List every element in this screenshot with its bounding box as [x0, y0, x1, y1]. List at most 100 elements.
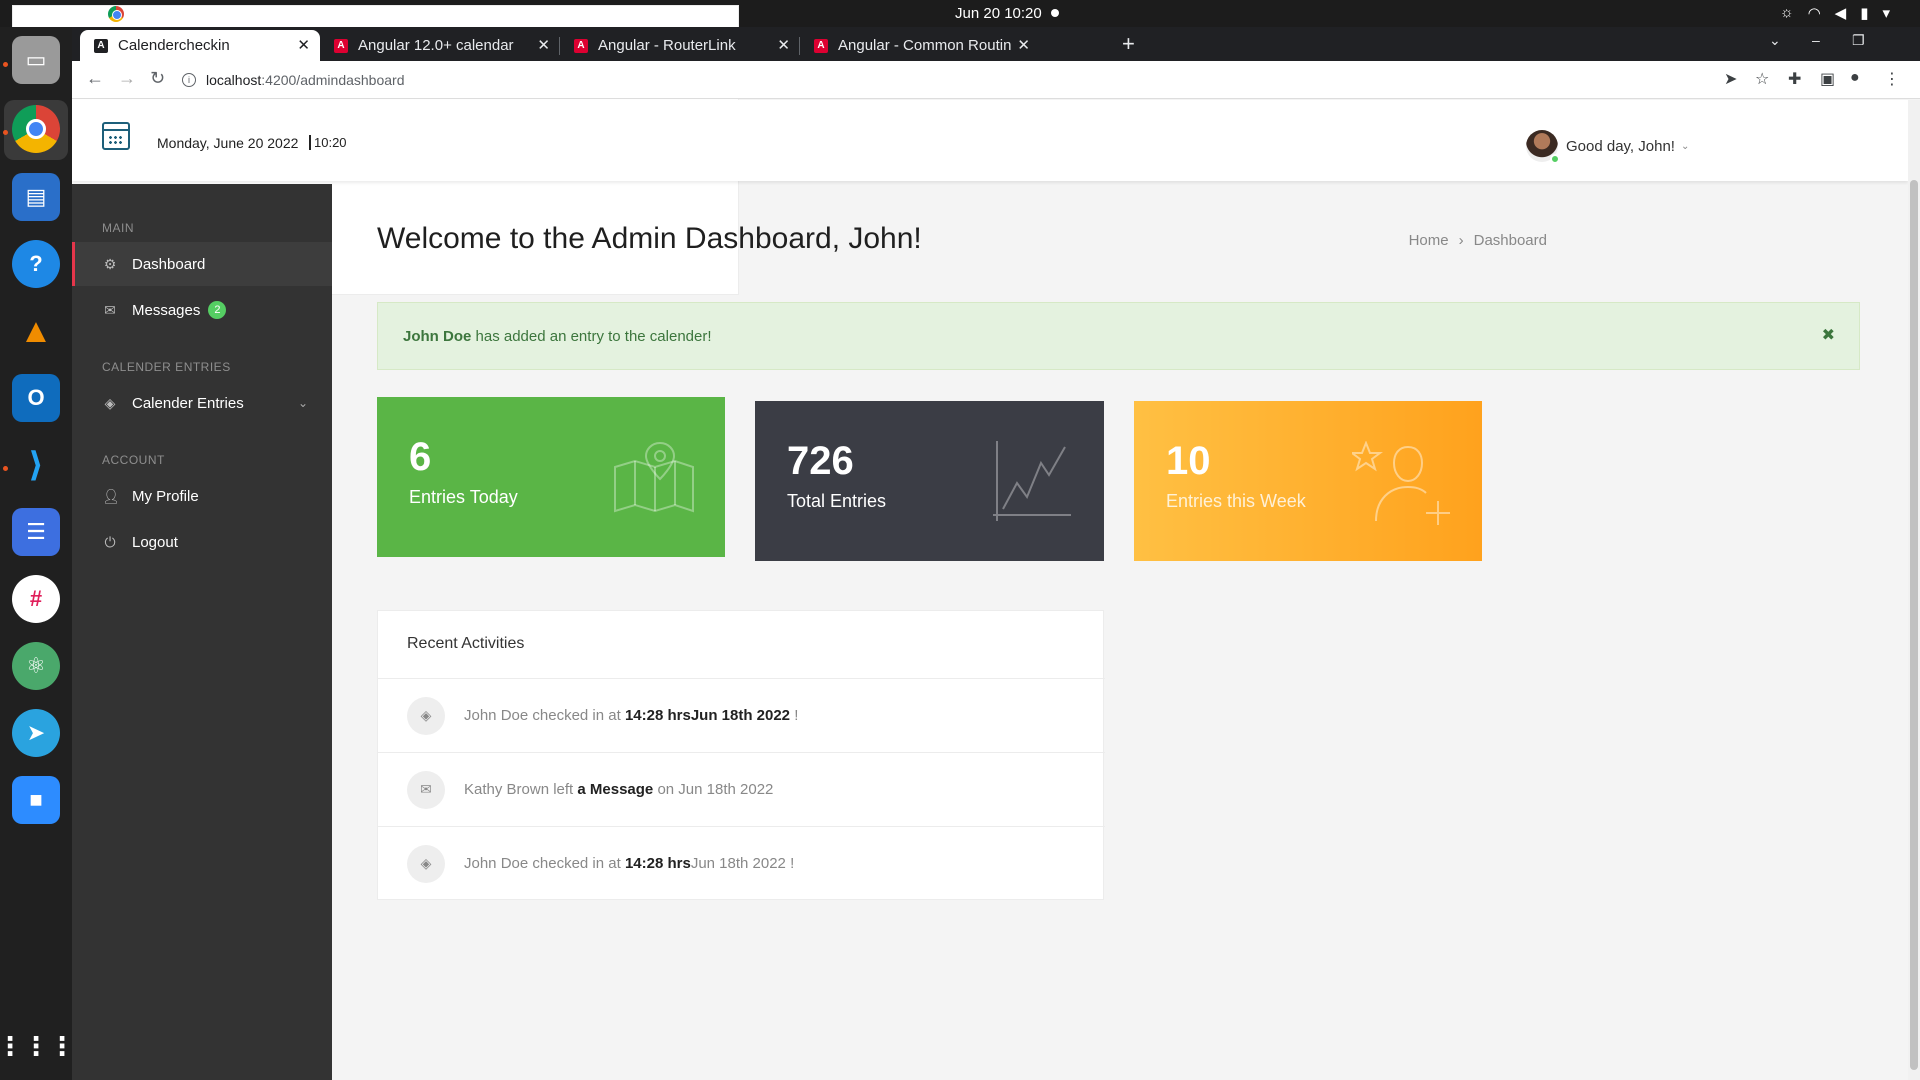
user-menu[interactable]: Good day, John! ⌄ — [1526, 130, 1689, 164]
stat-card-entries-today[interactable]: 6 Entries Today — [377, 397, 725, 557]
running-indicator — [3, 466, 8, 471]
new-tab-button[interactable]: + — [1122, 31, 1135, 57]
clock[interactable]: Jun 20 10:20 — [955, 5, 1042, 22]
send-icon[interactable]: ➤ — [1724, 69, 1737, 89]
reload-icon[interactable]: ↻ — [150, 68, 165, 89]
tab-search-icon[interactable]: ⌄ — [1769, 32, 1781, 49]
angular-favicon-icon: A — [94, 38, 108, 53]
sidebar-item-label: Logout — [132, 533, 178, 551]
tasks-icon[interactable]: ☰ — [12, 508, 60, 556]
stat-label: Entries this Week — [1166, 491, 1306, 511]
layers-icon: ◈ — [407, 844, 445, 883]
activity-message-link[interactable]: a Message — [577, 781, 653, 798]
os-top-bar: Activities Google Chrome ▼ Jun 20 10:20 … — [0, 0, 1920, 295]
site-info-icon[interactable]: i — [182, 73, 196, 87]
tab-title: Calendercheckin — [118, 37, 230, 54]
chrome-icon — [108, 5, 124, 22]
extensions-icon[interactable]: ✚ — [1788, 69, 1801, 89]
tab-strip: A Calendercheckin ✕ A Angular 12.0+ cale… — [72, 27, 1920, 61]
activity-row[interactable]: ◈ John Doe checked in at 14:28 hrsJun 18… — [378, 826, 1105, 900]
page-scrollbar[interactable] — [1908, 100, 1920, 1080]
close-icon[interactable]: ✕ — [537, 36, 550, 54]
avatar — [1526, 130, 1560, 164]
sidebar-item-logout[interactable]: ⏻ Logout — [72, 520, 332, 564]
side-panel-icon[interactable]: ▣ — [1820, 69, 1835, 89]
atom-icon[interactable]: ⚛ — [12, 642, 60, 690]
vscode-icon[interactable]: ⟩ — [12, 441, 60, 489]
address-bar[interactable]: i localhost:4200/admindashboard — [182, 66, 1732, 94]
battery-icon: ▮ — [1860, 5, 1869, 22]
envelope-open-icon: ✉ — [407, 770, 445, 809]
gear-icon: ⚙ — [103, 255, 117, 272]
close-icon[interactable]: ✕ — [1017, 36, 1030, 54]
breadcrumb-home[interactable]: Home — [1409, 232, 1449, 249]
greeting: Good day, John! — [1566, 137, 1675, 155]
tab-routerlink[interactable]: A Angular - RouterLink ✕ — [560, 30, 800, 61]
stat-value: 6 — [409, 435, 432, 479]
zoom-icon[interactable]: ■ — [12, 776, 60, 824]
restore-icon[interactable]: ❐ — [1852, 32, 1865, 49]
power-menu-icon: ▾ — [1882, 5, 1890, 22]
menu-icon[interactable]: ⋮ — [1884, 69, 1900, 89]
activity-suffix: ! — [790, 707, 799, 724]
app-grid-icon[interactable]: ⋮⋮⋮ — [0, 1022, 75, 1070]
tab-angular-calendar[interactable]: A Angular 12.0+ calendar ✕ — [320, 30, 560, 61]
page-title: Welcome to the Admin Dashboard, John! — [377, 222, 922, 255]
minimize-icon[interactable]: – — [1812, 32, 1820, 48]
tab-common-routing[interactable]: A Angular - Common Routin ✕ — [800, 30, 1040, 61]
app-header: Monday, June 20 2022 10:20 Good day, Joh… — [72, 100, 1908, 181]
system-tray[interactable]: ☼ ◠ ◀ ▮ ▾ — [1780, 4, 1890, 22]
user-star-icon — [1352, 441, 1450, 525]
vlc-icon[interactable]: ▲ — [12, 307, 60, 355]
close-icon[interactable]: ✖ — [1822, 325, 1835, 345]
activity-row[interactable]: ◈ John Doe checked in at 14:28 hrsJun 18… — [378, 678, 1105, 752]
back-icon[interactable]: ← — [86, 68, 104, 89]
files-icon[interactable]: ▭ — [12, 36, 60, 84]
recent-activities-title: Recent Activities — [407, 635, 525, 652]
sidebar-item-my-profile[interactable]: 👤︎ My Profile — [72, 474, 332, 518]
activity-row[interactable]: ✉ Kathy Brown left a Message on Jun 18th… — [378, 752, 1105, 826]
activity-time: 14:28 hrs — [624, 855, 691, 872]
bookmark-star-icon[interactable]: ☆ — [1755, 69, 1769, 89]
tab-calendercheckin[interactable]: A Calendercheckin ✕ — [80, 30, 320, 61]
sidebar-item-calender-entries[interactable]: ◈ Calender Entries ⌄ — [72, 381, 332, 425]
brightness-icon: ☼ — [1779, 4, 1794, 21]
profile-icon[interactable]: ● — [1850, 69, 1860, 87]
tab-title: Angular 12.0+ calendar — [358, 37, 514, 54]
activity-actor: John Doe checked in at — [464, 707, 625, 724]
chrome-dock-icon[interactable] — [12, 105, 60, 153]
telegram-icon[interactable]: ➤ — [12, 709, 60, 757]
angular-favicon-icon: A — [334, 38, 348, 53]
running-indicator — [3, 130, 8, 135]
help-icon[interactable]: ? — [12, 240, 60, 288]
stat-card-total-entries[interactable]: 726 Total Entries — [755, 401, 1104, 561]
breadcrumb: Home › Dashboard — [1409, 232, 1547, 249]
chevron-down-icon: ⌄ — [297, 396, 308, 410]
slack-icon[interactable]: # — [12, 575, 60, 623]
activity-time: 14:28 hrs — [624, 707, 691, 724]
tab-title: Angular - Common Routin — [838, 37, 1012, 54]
activity-text: John Doe checked in at 14:28 hrsJun 18th… — [464, 707, 798, 724]
line-chart-icon — [993, 441, 1071, 521]
browser-toolbar: ← → ↻ i localhost:4200/admindashboard ➤ … — [72, 61, 1920, 99]
app-name: Google Chrome — [130, 5, 236, 22]
app-menu[interactable]: Google Chrome ▼ — [108, 5, 252, 22]
layers-icon: ◈ — [407, 696, 445, 735]
sidebar-item-messages[interactable]: ✉ Messages 2 — [72, 288, 332, 332]
stat-label: Total Entries — [787, 491, 887, 511]
sidebar-item-dashboard[interactable]: ⚙ Dashboard — [72, 242, 332, 286]
recent-activities-panel: Recent Activities ◈ John Doe checked in … — [377, 610, 1105, 900]
scrollbar-thumb[interactable] — [1910, 180, 1918, 1070]
angular-favicon-icon: A — [574, 38, 588, 53]
layers-icon: ◈ — [104, 394, 116, 411]
libreoffice-writer-icon[interactable]: ▤ — [12, 173, 60, 221]
forward-icon[interactable]: → — [118, 68, 136, 89]
calendar-icon[interactable] — [102, 122, 130, 150]
sidebar-item-label: Calender Entries — [132, 394, 244, 412]
close-icon[interactable]: ✕ — [777, 36, 790, 54]
online-status-dot — [1550, 154, 1560, 164]
outlook-icon[interactable]: O — [12, 374, 60, 422]
activity-date: Jun 18th 2022 ! — [690, 855, 795, 872]
stat-card-entries-week[interactable]: 10 Entries this Week — [1134, 401, 1482, 561]
close-icon[interactable]: ✕ — [297, 36, 310, 54]
